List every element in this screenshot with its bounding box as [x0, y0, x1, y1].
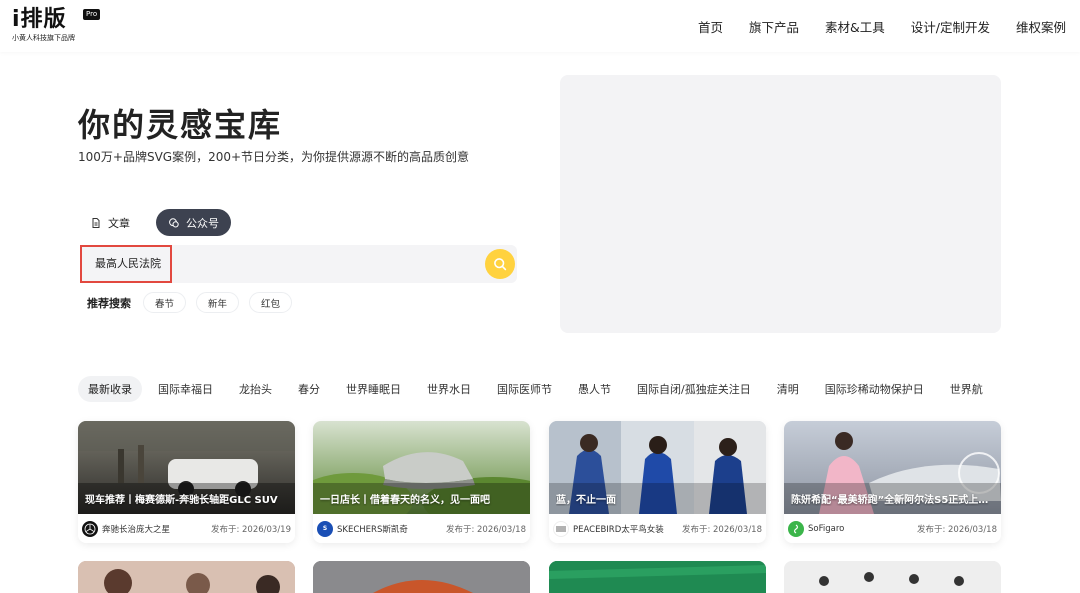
hero-title: 你的灵感宝库 [78, 106, 283, 144]
article-title: 现车推荐丨梅赛德斯-奔驰长轴距GLC SUV [85, 495, 278, 506]
chat-bubble-icon [169, 217, 179, 227]
category-tab[interactable]: 国际自闭/孤独症关注日 [627, 376, 761, 402]
category-tab[interactable]: 龙抬头 [229, 376, 282, 402]
account-name[interactable]: SKECHERS斯凯奇 [337, 523, 408, 535]
recommended-chip[interactable]: 红包 [249, 292, 293, 313]
search-type-tabs: 文章 公众号 [78, 209, 231, 236]
nav-home[interactable]: 首页 [698, 17, 723, 36]
search-button[interactable] [485, 249, 515, 279]
logo-text: i排版 [12, 7, 67, 32]
tab-article[interactable]: 文章 [78, 209, 142, 236]
publish-date: 发布于: 2026/03/19 [210, 524, 291, 535]
search-box: 最高人民法院 [80, 245, 517, 283]
banner-placeholder [560, 75, 1001, 333]
article-card-partial[interactable] [549, 561, 766, 593]
article-meta: 奔驰长治庞大之星 发布于: 2026/03/19 [78, 514, 295, 543]
recommended-search: 推荐搜索 春节 新年 红包 [87, 292, 293, 313]
top-header: i排版 Pro 小黄人科技旗下品牌 首页 旗下产品 素材&工具 设计/定制开发 … [0, 0, 1080, 52]
category-tab-latest[interactable]: 最新收录 [78, 376, 142, 402]
article-card-partial[interactable] [78, 561, 295, 593]
nav-products[interactable]: 旗下产品 [749, 17, 799, 36]
publish-date: 发布于: 2026/03/18 [445, 524, 526, 535]
article-card[interactable]: 现车推荐丨梅赛德斯-奔驰长轴距GLC SUV 奔驰长治庞大之星 发布于: 202… [78, 421, 295, 543]
logo[interactable]: i排版 Pro 小黄人科技旗下品牌 [12, 7, 101, 43]
category-tab[interactable]: 国际珍稀动物保护日 [815, 376, 934, 402]
sofigaro-logo-icon [788, 520, 804, 537]
article-title: 一日店长丨借着春天的名义，见一面吧 [320, 495, 490, 506]
publish-date: 发布于: 2026/03/18 [916, 524, 997, 535]
mercedes-logo-icon [84, 523, 96, 534]
article-thumbnail [549, 561, 766, 593]
document-icon [92, 217, 100, 228]
account-name[interactable]: PEACEBIRD太平鸟女装 [573, 523, 664, 535]
article-card[interactable]: 陈妍希配“最美轿跑”全新阿尔法S5正式上… SoFigaro 发布于: 2026… [784, 421, 1001, 543]
account-name[interactable]: SoFigaro [808, 524, 844, 534]
publish-date: 发布于: 2026/03/18 [681, 524, 762, 535]
article-card-partial[interactable] [313, 561, 530, 593]
hero-subtitle: 100万+品牌SVG案例，200+节日分类，为你提供源源不断的高品质创意 [78, 150, 470, 164]
recommended-label: 推荐搜索 [87, 296, 131, 310]
tab-article-label: 文章 [108, 216, 130, 230]
article-thumbnail [78, 561, 295, 593]
article-card[interactable]: 一日店长丨借着春天的名义，见一面吧 S SKECHERS斯凯奇 发布于: 202… [313, 421, 530, 543]
category-tab[interactable]: 愚人节 [568, 376, 621, 402]
search-input[interactable]: 最高人民法院 [80, 245, 172, 283]
article-card[interactable]: 蓝，不止一面 PEACEBIRD太平鸟女装 发布于: 2026/03/18 [549, 421, 766, 543]
category-tab[interactable]: 国际医师节 [487, 376, 562, 402]
logo-pro-badge: Pro [83, 9, 101, 20]
category-tab[interactable]: 世界水日 [417, 376, 481, 402]
account-name[interactable]: 奔驰长治庞大之星 [102, 523, 170, 535]
main-nav: 首页 旗下产品 素材&工具 设计/定制开发 维权案例 [698, 17, 1066, 36]
search-icon [494, 258, 507, 271]
tab-official-label: 公众号 [186, 216, 219, 230]
peacebird-logo-icon [553, 520, 569, 537]
tab-official-account[interactable]: 公众号 [156, 209, 231, 236]
article-meta: S SKECHERS斯凯奇 发布于: 2026/03/18 [313, 514, 530, 543]
article-thumbnail [313, 561, 530, 593]
article-title: 蓝，不止一面 [556, 495, 616, 506]
category-tab[interactable]: 国际幸福日 [148, 376, 223, 402]
article-meta: PEACEBIRD太平鸟女装 发布于: 2026/03/18 [549, 514, 766, 543]
article-thumbnail [784, 561, 1001, 593]
recommended-chip[interactable]: 春节 [143, 292, 187, 313]
logo-subtitle: 小黄人科技旗下品牌 [12, 34, 75, 42]
category-tabs: 最新收录 国际幸福日 龙抬头 春分 世界睡眠日 世界水日 国际医师节 愚人节 国… [78, 376, 1002, 402]
category-tab[interactable]: 春分 [288, 376, 330, 402]
account-avatar [82, 520, 98, 537]
category-tab[interactable]: 世界睡眠日 [336, 376, 411, 402]
category-tab[interactable]: 清明 [767, 376, 809, 402]
article-card-partial[interactable] [784, 561, 1001, 593]
nav-materials-tools[interactable]: 素材&工具 [825, 17, 885, 36]
category-tab[interactable]: 世界航 [940, 376, 993, 402]
nav-design-dev[interactable]: 设计/定制开发 [911, 17, 990, 36]
article-title: 陈妍希配“最美轿跑”全新阿尔法S5正式上… [791, 495, 989, 506]
skechers-logo-icon: S [317, 520, 333, 537]
recommended-chip[interactable]: 新年 [196, 292, 240, 313]
article-meta: SoFigaro 发布于: 2026/03/18 [784, 514, 1001, 543]
nav-rights-cases[interactable]: 维权案例 [1016, 17, 1066, 36]
